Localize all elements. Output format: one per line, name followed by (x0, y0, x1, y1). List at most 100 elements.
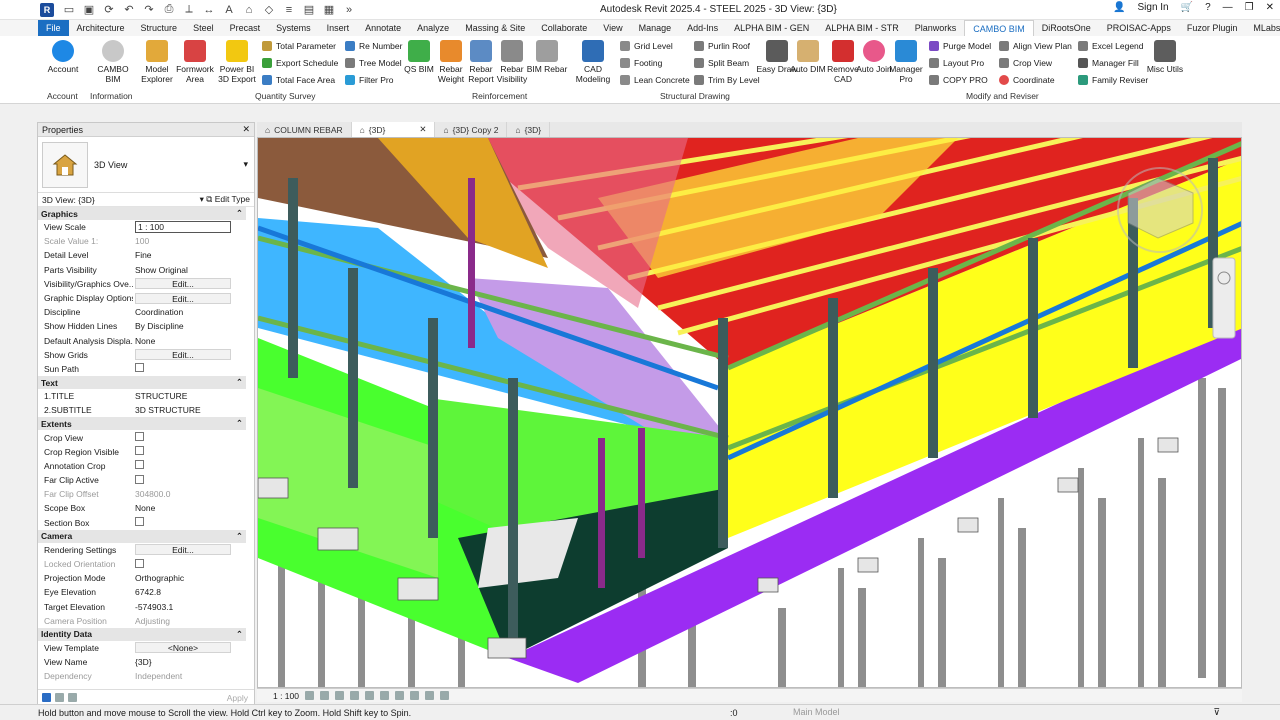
tab-collaborate[interactable]: Collaborate (533, 20, 595, 36)
family-reviser-button[interactable]: Family Reviser (1078, 75, 1148, 85)
sync-icon[interactable]: ⟳ (102, 3, 116, 17)
apply-button[interactable]: Apply (227, 693, 248, 703)
text-icon[interactable]: A (222, 3, 236, 17)
power-bi-button[interactable]: Power BI 3D Export (216, 40, 258, 84)
view-scale[interactable]: 1 : 100 (273, 691, 299, 701)
property-value[interactable] (133, 517, 246, 528)
sign-in-link[interactable]: Sign In (1137, 2, 1168, 13)
tab-steel[interactable]: Steel (185, 20, 222, 36)
active-model[interactable]: Main Model (793, 707, 840, 717)
tree-model-button[interactable]: Tree Model (345, 58, 402, 68)
formwork-area-button[interactable]: Formwork Area (174, 40, 216, 84)
close-icon[interactable]: ✕ (242, 124, 250, 135)
cad-modeling-button[interactable]: CAD Modeling (572, 40, 614, 84)
sort-asc-icon[interactable] (55, 693, 64, 702)
reveal-hidden-icon[interactable] (440, 691, 449, 700)
property-value-text[interactable]: By Discipline (135, 321, 184, 331)
collapse-icon[interactable]: ⌃ (236, 377, 243, 388)
temp-hide-icon[interactable] (425, 691, 434, 700)
instance-filter[interactable]: 3D View: {3D} (42, 195, 95, 205)
property-value[interactable]: Orthographic (133, 573, 246, 583)
lock-icon[interactable] (410, 691, 419, 700)
property-value-text[interactable]: None (135, 503, 155, 513)
collapse-icon[interactable]: ⌃ (236, 629, 243, 640)
measure-icon[interactable]: ⟂ (182, 3, 196, 17)
edit-button[interactable]: Edit... (135, 544, 231, 556)
footing-button[interactable]: Footing (620, 58, 662, 68)
tab-manage[interactable]: Manage (631, 20, 680, 36)
property-value[interactable]: {3D} (133, 657, 246, 667)
revit-logo-icon[interactable]: R (40, 2, 54, 17)
maximize-button[interactable]: ❐ (1245, 2, 1254, 13)
sort-desc-icon[interactable] (68, 693, 77, 702)
coordinate-button[interactable]: Coordinate (999, 75, 1055, 85)
3d-view-icon[interactable]: ⌂ (242, 3, 256, 17)
edit-button[interactable]: Edit... (135, 278, 231, 290)
document-tab[interactable]: ⌂ {3D} (507, 122, 551, 137)
crop-view-icon[interactable] (380, 691, 389, 700)
bim-rebar-button[interactable]: BIM Rebar (526, 40, 568, 74)
property-value[interactable] (133, 558, 246, 570)
tab-alpha-bim-gen[interactable]: ALPHA BIM - GEN (726, 20, 817, 36)
property-section[interactable]: Graphics ⌃ (38, 207, 246, 220)
trim-by-level-button[interactable]: Trim By Level (694, 75, 760, 85)
3d-viewport[interactable] (257, 137, 1242, 688)
property-value-text[interactable]: None (135, 336, 155, 346)
switch-windows-icon[interactable]: ▦ (322, 3, 336, 17)
property-value-text[interactable]: -574903.1 (135, 602, 173, 612)
print-icon[interactable]: ⎙ (162, 3, 176, 17)
total-face-area-button[interactable]: Total Face Area (262, 75, 335, 85)
property-value-text[interactable]: STRUCTURE (135, 391, 187, 401)
property-value[interactable]: Fine (133, 250, 246, 260)
chevron-down-icon[interactable]: ▾ (243, 159, 248, 170)
thin-lines-icon[interactable]: ≡ (282, 3, 296, 17)
total-parameter-button[interactable]: Total Parameter (262, 41, 336, 51)
close-tab-icon[interactable]: ✕ (419, 124, 426, 135)
tab-massing-site[interactable]: Massing & Site (457, 20, 533, 36)
property-value[interactable]: -574903.1 (133, 602, 246, 612)
collapse-icon[interactable]: ⌃ (236, 208, 243, 219)
property-section[interactable]: Text ⌃ (38, 376, 246, 390)
excel-legend-button[interactable]: Excel Legend (1078, 41, 1144, 51)
property-checkbox[interactable] (135, 474, 144, 484)
property-section[interactable]: Camera ⌃ (38, 529, 246, 543)
property-value-text[interactable]: Fine (135, 250, 152, 260)
misc-utils-button[interactable]: Misc Utils (1144, 40, 1186, 74)
purge-model-button[interactable]: Purge Model (929, 41, 991, 51)
property-value[interactable]: None (133, 336, 246, 346)
property-value-text[interactable]: {3D} (135, 657, 152, 667)
edit-button[interactable]: Edit... (135, 292, 231, 304)
document-tab[interactable]: ⌂ COLUMN REBAR (257, 122, 352, 137)
type-selector[interactable]: 3D View ▾ (38, 137, 254, 193)
property-value[interactable]: Edit... (133, 292, 246, 304)
property-value[interactable]: Edit... (133, 544, 246, 556)
property-value-text[interactable]: Coordination (135, 307, 183, 317)
tab-fuzor-plugin[interactable]: Fuzor Plugin (1179, 20, 1246, 36)
property-value[interactable]: <None> (133, 642, 246, 654)
property-value[interactable]: Edit... (133, 349, 246, 361)
redo-icon[interactable]: ↷ (142, 3, 156, 17)
edit-type-button[interactable]: ▾ ⧉ Edit Type (200, 194, 250, 205)
minimize-button[interactable]: — (1223, 2, 1233, 13)
property-value-text[interactable]: Orthographic (135, 573, 184, 583)
property-value[interactable]: By Discipline (133, 321, 246, 331)
property-checkbox[interactable] (135, 460, 144, 470)
tab-alpha-bim-str[interactable]: ALPHA BIM - STR (817, 20, 907, 36)
align-view-plan-button[interactable]: Align View Plan (999, 41, 1072, 51)
manager-pro-button[interactable]: Manager Pro (885, 40, 927, 84)
export-schedule-button[interactable]: Export Schedule (262, 58, 338, 68)
filter-pro-button[interactable]: Filter Pro (345, 75, 393, 85)
property-value[interactable]: 6742.8 (133, 587, 246, 597)
open-icon[interactable]: ▭ (62, 3, 76, 17)
tab-analyze[interactable]: Analyze (409, 20, 457, 36)
grid-level-button[interactable]: Grid Level (620, 41, 673, 51)
help-icon[interactable]: ? (1205, 2, 1211, 13)
show-crop-icon[interactable] (395, 691, 404, 700)
save-icon[interactable]: ▣ (82, 3, 96, 17)
collapse-icon[interactable]: ⌃ (236, 531, 243, 542)
property-checkbox[interactable] (135, 446, 144, 456)
crop-view-button[interactable]: Crop View (999, 58, 1052, 68)
visual-style-icon[interactable] (320, 691, 329, 700)
tab-planworks[interactable]: Planworks (907, 20, 965, 36)
lean-concrete-button[interactable]: Lean Concrete (620, 75, 690, 85)
